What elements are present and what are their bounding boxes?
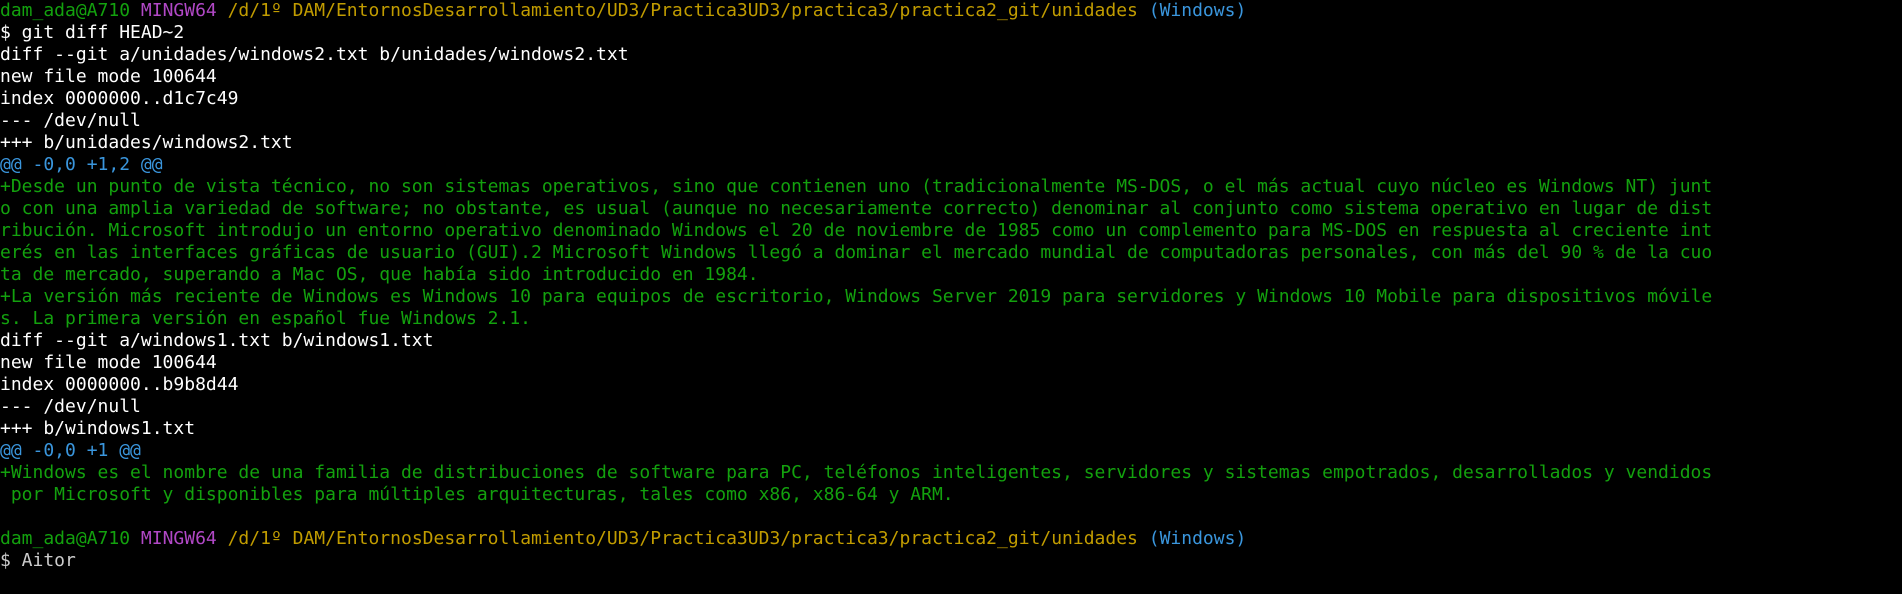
diff-file-mode: new file mode 100644 — [0, 66, 217, 87]
prompt-path: /d/1º DAM/EntornosDesarrollamiento/UD3/P… — [227, 528, 1138, 549]
prompt-user: dam_ada@A710 — [0, 528, 131, 549]
prompt-branch: (Windows) — [1148, 0, 1247, 21]
diff-new-file: +++ b/windows1.txt — [0, 418, 196, 439]
prompt-system: MINGW64 — [140, 0, 217, 21]
diff-added-line: ta de mercado, superando a Mac OS, que h… — [0, 264, 759, 285]
diff-hunk-header: @@ -0,0 +1 @@ — [0, 440, 141, 461]
prompt-system: MINGW64 — [140, 528, 217, 549]
prompt-line: dam_ada@A710 MINGW64 /d/1º DAM/EntornosD… — [0, 528, 1902, 550]
diff-header: diff --git a/windows1.txt b/windows1.txt — [0, 330, 434, 351]
prompt-user: dam_ada@A710 — [0, 0, 131, 21]
diff-added-line: por Microsoft y disponibles para múltipl… — [0, 484, 954, 505]
diff-old-file: --- /dev/null — [0, 396, 141, 417]
diff-added-line: s. La primera versión en español fue Win… — [0, 308, 532, 329]
diff-added-line: ribución. Microsoft introdujo un entorno… — [0, 220, 1713, 241]
diff-file-mode: new file mode 100644 — [0, 352, 217, 373]
diff-index: index 0000000..b9b8d44 — [0, 374, 239, 395]
command-line: $ git diff HEAD~2 — [0, 22, 185, 43]
prompt-path: /d/1º DAM/EntornosDesarrollamiento/UD3/P… — [227, 0, 1138, 21]
diff-old-file: --- /dev/null — [0, 110, 141, 131]
diff-new-file: +++ b/unidades/windows2.txt — [0, 132, 293, 153]
diff-added-line: +Windows es el nombre de una familia de … — [0, 462, 1713, 483]
diff-added-line: erés en las interfaces gráficas de usuar… — [0, 242, 1713, 263]
prompt-line: dam_ada@A710 MINGW64 /d/1º DAM/EntornosD… — [0, 0, 1902, 22]
prompt-branch: (Windows) — [1148, 528, 1247, 549]
terminal-window[interactable]: dam_ada@A710 MINGW64 /d/1º DAM/EntornosD… — [0, 0, 1902, 594]
diff-index: index 0000000..d1c7c49 — [0, 88, 239, 109]
diff-hunk-header: @@ -0,0 +1,2 @@ — [0, 154, 163, 175]
diff-added-line: +Desde un punto de vista técnico, no son… — [0, 176, 1713, 197]
diff-header: diff --git a/unidades/windows2.txt b/uni… — [0, 44, 629, 65]
diff-added-line: +La versión más reciente de Windows es W… — [0, 286, 1713, 307]
diff-added-line: o con una amplia variedad de software; n… — [0, 198, 1713, 219]
command-input[interactable]: $ Aitor — [0, 550, 1902, 572]
